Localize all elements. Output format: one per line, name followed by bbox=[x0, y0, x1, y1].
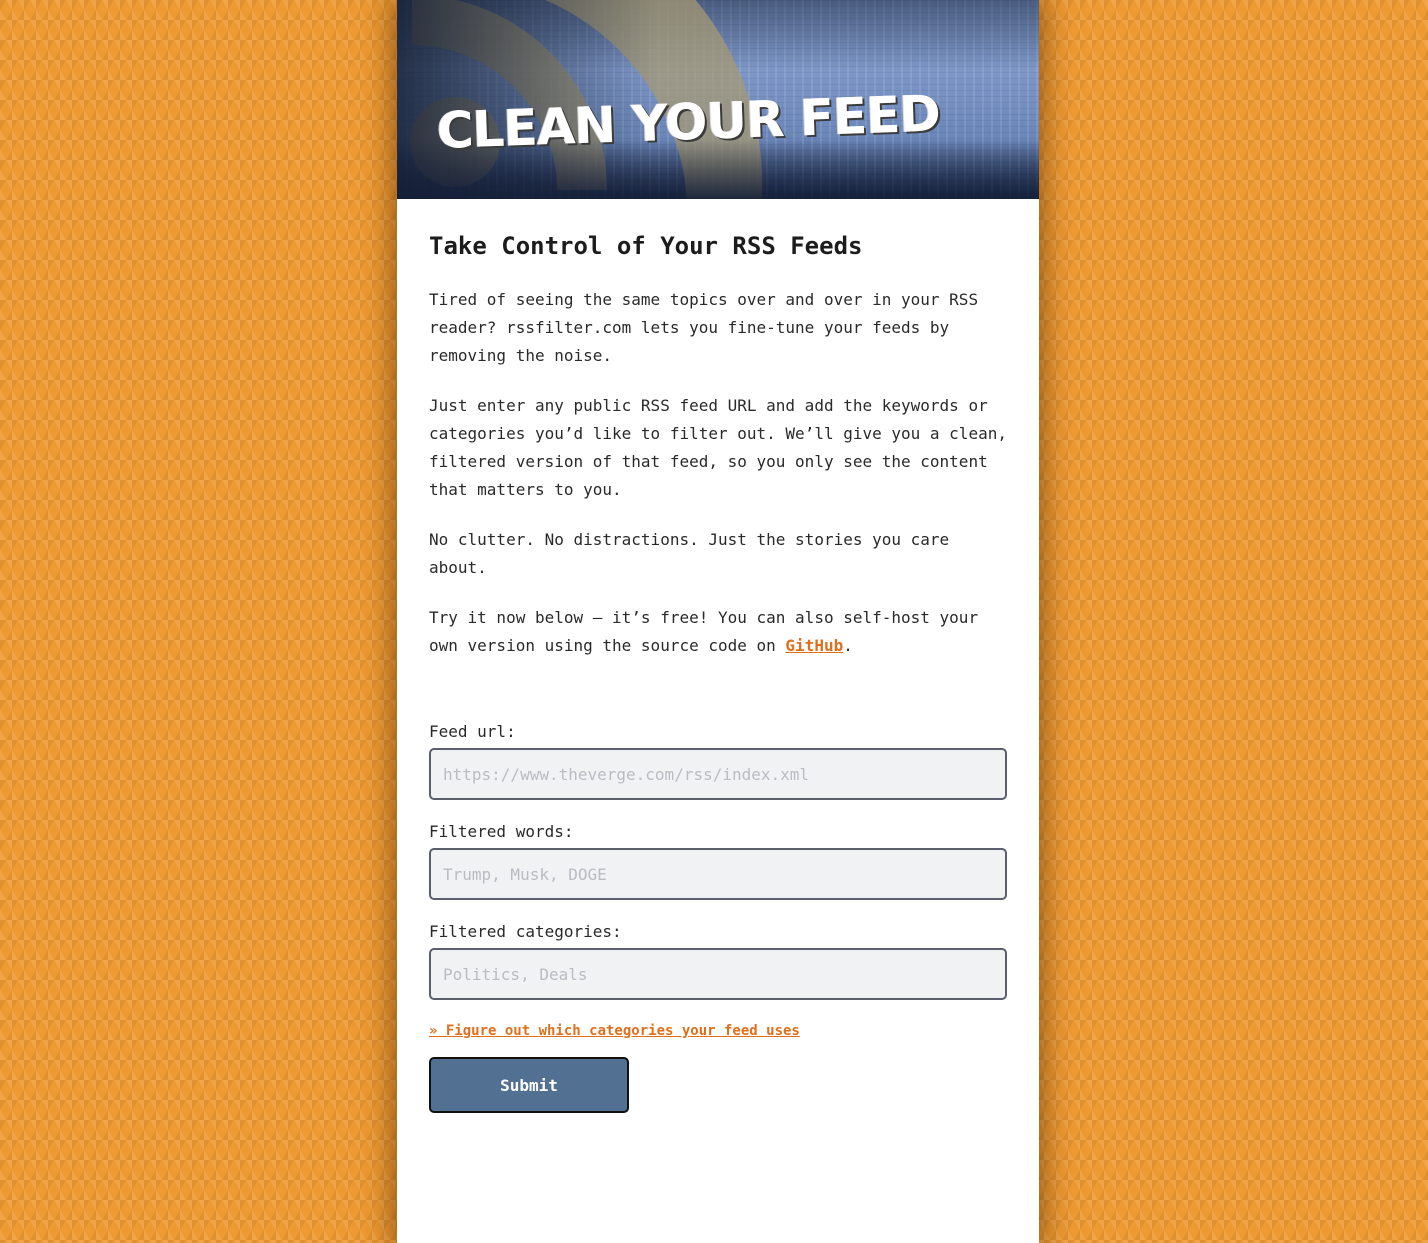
categories-help-link[interactable]: » Figure out which categories your feed … bbox=[429, 1023, 800, 1039]
try-it-end: . bbox=[843, 636, 853, 655]
header-banner: CLEAN YOUR FEED bbox=[397, 0, 1039, 199]
intro-paragraph: Tired of seeing the same topics over and… bbox=[429, 290, 979, 365]
tagline-paragraph: No clutter. No distractions. Just the st… bbox=[429, 530, 950, 577]
try-it-text: Try it now below — it’s free! You can al… bbox=[429, 608, 979, 655]
feed-url-label: Feed url: bbox=[429, 722, 516, 741]
submit-button[interactable]: Submit bbox=[429, 1057, 629, 1113]
filtered-categories-input[interactable] bbox=[429, 948, 1007, 1000]
filtered-words-field: Filtered words: bbox=[429, 820, 1007, 900]
try-it-paragraph: Try it now below — it’s free! You can al… bbox=[429, 604, 1007, 660]
main-card: CLEAN YOUR FEED Take Control of Your RSS… bbox=[397, 0, 1039, 1243]
main-content: Take Control of Your RSS Feeds Tired of … bbox=[429, 199, 1007, 1113]
how-it-works-paragraph: Just enter any public RSS feed URL and a… bbox=[429, 396, 1007, 499]
filtered-words-input[interactable] bbox=[429, 848, 1007, 900]
page-title: Take Control of Your RSS Feeds bbox=[429, 232, 863, 260]
filtered-words-label: Filtered words: bbox=[429, 822, 574, 841]
filter-form: Feed url: Filtered words: Filtered categ… bbox=[429, 720, 1007, 1113]
filtered-categories-label: Filtered categories: bbox=[429, 922, 622, 941]
filtered-categories-field: Filtered categories: bbox=[429, 920, 1007, 1000]
feed-url-input[interactable] bbox=[429, 748, 1007, 800]
feed-url-field: Feed url: bbox=[429, 720, 1007, 800]
github-link[interactable]: GitHub bbox=[785, 636, 843, 655]
